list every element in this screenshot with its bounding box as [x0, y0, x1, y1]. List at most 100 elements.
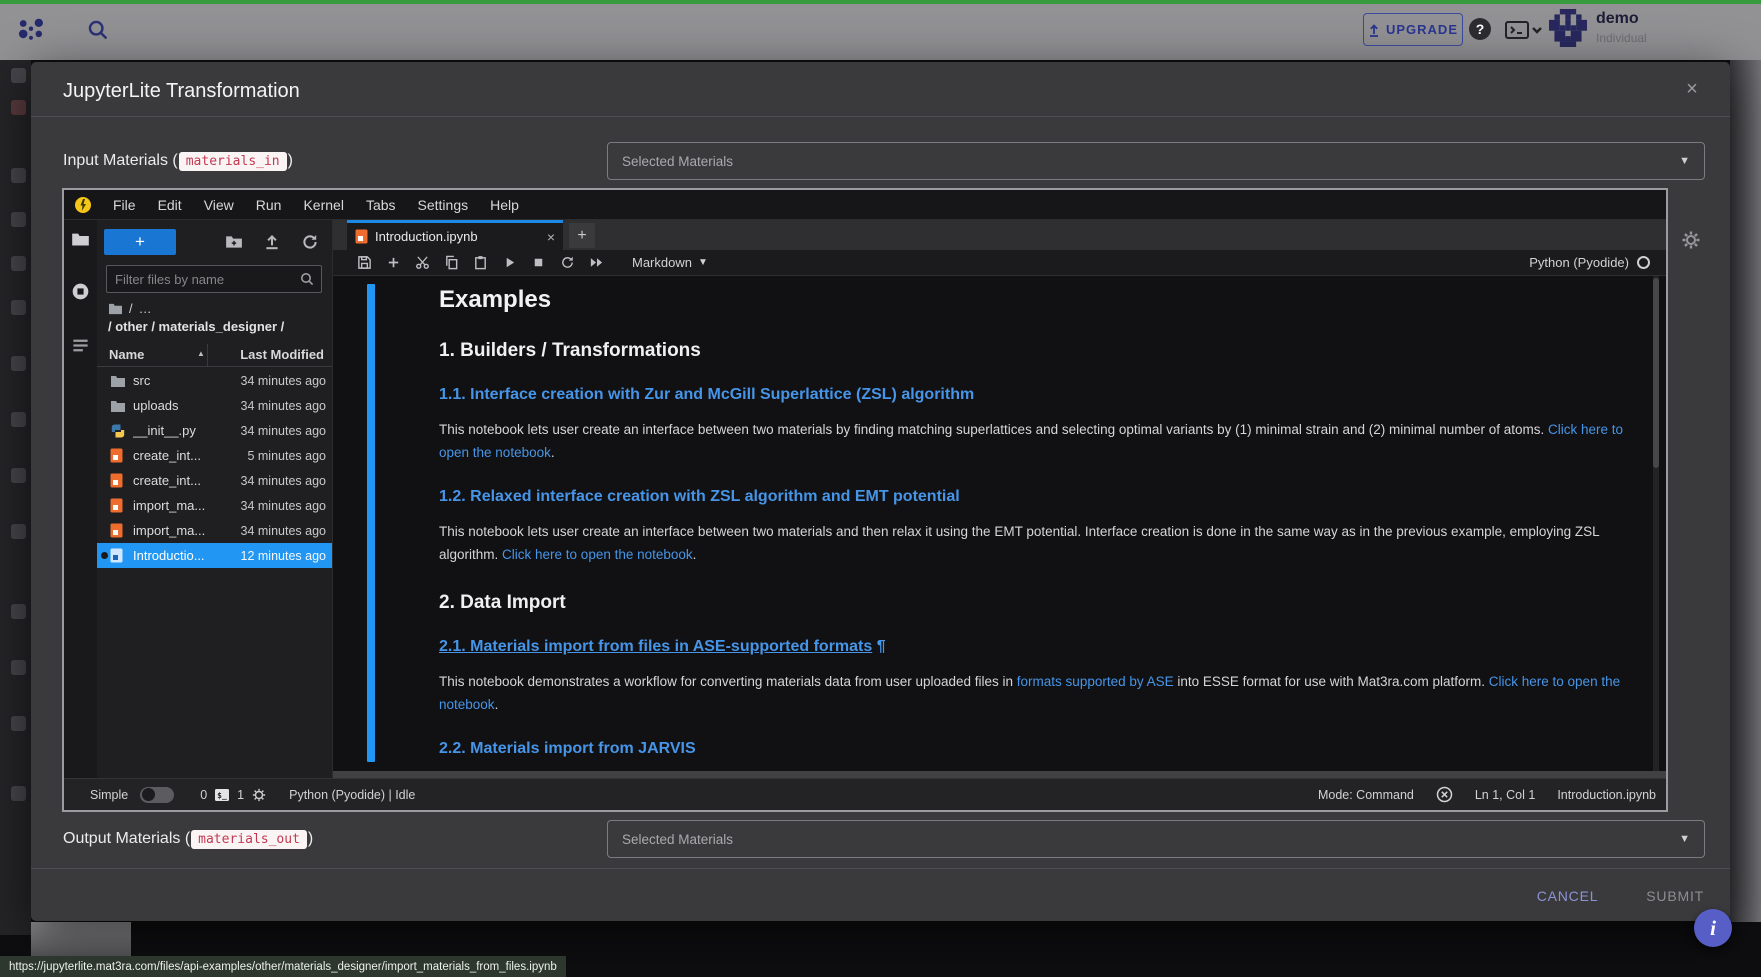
input-materials-select[interactable]: Selected Materials ▼ [607, 142, 1705, 180]
running-sessions-icon[interactable] [71, 282, 90, 301]
app-sidebar-strip [0, 60, 31, 935]
jupyterlite-logo-icon [74, 196, 92, 214]
file-row[interactable]: src 34 minutes ago [97, 368, 332, 393]
cut-icon[interactable] [415, 255, 430, 270]
kernel-sessions-icon[interactable] [251, 788, 267, 802]
breadcrumb[interactable]: / … [108, 300, 152, 316]
paste-icon[interactable] [473, 255, 488, 270]
file-row[interactable]: uploads 34 minutes ago [97, 393, 332, 418]
mat3ra-logo-icon[interactable] [18, 17, 44, 43]
header-divider [97, 366, 332, 367]
notebook-cell-h3: 2.2. Materials import from JARVIS [439, 740, 1639, 758]
menu-item[interactable]: Help [479, 197, 530, 213]
tab-title: Introduction.ipynb [375, 229, 540, 244]
notebook-link[interactable]: 1.2. Relaxed interface creation with ZSL… [439, 488, 960, 505]
restart-icon[interactable] [560, 255, 575, 270]
simple-mode-toggle[interactable] [140, 787, 174, 803]
upgrade-button[interactable]: UPGRADE [1363, 13, 1463, 46]
close-icon[interactable]: × [1679, 76, 1705, 102]
notebook-link[interactable]: 1.1. Interface creation with Zur and McG… [439, 386, 974, 403]
run-icon[interactable] [502, 255, 517, 270]
terminal-menu-icon[interactable] [1504, 18, 1544, 42]
cursor-position[interactable]: Ln 1, Col 1 [1475, 788, 1535, 802]
input-select-label: Selected Materials [622, 154, 733, 169]
menu-item[interactable]: View [193, 197, 245, 213]
notebook-cell-p: This notebook demonstrates a workflow fo… [439, 670, 1639, 716]
file-type-icon [110, 398, 126, 414]
tab-close-icon[interactable]: × [547, 229, 555, 245]
kernel-indicator[interactable]: Python (Pyodide) [1529, 255, 1666, 270]
submit-button[interactable]: SUBMIT [1646, 888, 1704, 904]
nb-toolbar-icons [357, 255, 618, 270]
file-row[interactable]: import_ma... 34 minutes ago [97, 518, 332, 543]
refresh-icon[interactable] [301, 233, 319, 251]
terminals-count: 0 [200, 788, 207, 802]
cancel-button[interactable]: CANCEL [1537, 888, 1599, 904]
menu-item[interactable]: Settings [407, 197, 480, 213]
menu-item[interactable]: Edit [147, 197, 193, 213]
menu-item[interactable]: Tabs [355, 197, 407, 213]
column-last-modified[interactable]: Last Modified [240, 347, 324, 362]
notebook-cell-p: This notebook lets user create an interf… [439, 418, 1639, 464]
breadcrumb-root[interactable]: / [129, 301, 133, 316]
help-icon[interactable]: ? [1468, 17, 1492, 41]
breadcrumb-ellipsis[interactable]: … [139, 301, 152, 316]
copy-icon[interactable] [444, 255, 459, 270]
kernels-count: 1 [237, 788, 244, 802]
cell-type-dropdown[interactable]: Markdown ▼ [632, 255, 708, 270]
paren-close: ) [308, 830, 313, 848]
file-row[interactable]: __init__.py 34 minutes ago [97, 418, 332, 443]
file-row[interactable]: Introductio... 12 minutes ago [97, 543, 332, 568]
notebook-link[interactable]: formats supported by ASE [1017, 674, 1174, 689]
file-name: create_int... [133, 448, 247, 463]
column-name[interactable]: Name [109, 347, 144, 362]
jupyterlite-frame: File Edit View Run Kernel Tabs Settings … [62, 188, 1668, 812]
menu-item[interactable]: Kernel [292, 197, 354, 213]
scrollbar-thumb[interactable] [1653, 278, 1659, 468]
output-materials-select[interactable]: Selected Materials ▼ [607, 820, 1705, 858]
file-browser-tab-icon[interactable] [71, 230, 90, 249]
save-icon[interactable] [357, 255, 372, 270]
app-sidebar-icon [11, 604, 26, 619]
file-modified: 34 minutes ago [241, 399, 326, 413]
stop-icon[interactable] [531, 255, 546, 270]
info-button[interactable]: i [1694, 909, 1732, 947]
file-type-icon [110, 473, 126, 489]
notebook-link[interactable]: 2.2. Materials import from JARVIS [439, 740, 696, 757]
horizontal-scrollbar[interactable] [333, 771, 1666, 778]
new-tab-button[interactable]: + [569, 223, 595, 248]
sort-asc-icon[interactable]: ▲ [197, 349, 205, 358]
notebook-cell-h1: Examples [439, 286, 1639, 314]
app-sidebar-icon [11, 660, 26, 675]
menu-item[interactable]: Run [245, 197, 293, 213]
active-cell-indicator[interactable] [367, 284, 375, 762]
tab-introduction-ipynb[interactable]: Introduction.ipynb × [347, 220, 563, 250]
kernel-status[interactable]: Python (Pyodide) | Idle [289, 788, 415, 802]
file-row[interactable]: create_int... 34 minutes ago [97, 468, 332, 493]
file-row[interactable]: create_int... 5 minutes ago [97, 443, 332, 468]
search-icon[interactable] [86, 18, 110, 42]
notebook-link[interactable]: Click here to open the notebook [502, 547, 693, 562]
notebook-link[interactable]: ¶ [872, 638, 885, 655]
upload-icon[interactable] [263, 233, 281, 251]
table-of-contents-icon[interactable] [71, 336, 90, 355]
filter-files-input[interactable] [107, 271, 299, 288]
run-all-icon[interactable] [589, 255, 604, 270]
vertical-scrollbar[interactable] [1653, 276, 1659, 771]
settings-gear-icon[interactable] [1681, 230, 1701, 250]
avatar[interactable] [1549, 9, 1587, 47]
notebook-link[interactable]: 2.1. Materials import from files in ASE-… [439, 638, 872, 655]
notifications-muted-icon[interactable] [1436, 786, 1453, 803]
user-name[interactable]: demo [1596, 10, 1639, 28]
add-cell-icon[interactable] [386, 255, 401, 270]
breadcrumb-path[interactable]: / other / materials_designer / [108, 319, 284, 334]
new-folder-icon[interactable] [225, 233, 243, 251]
menu-item[interactable]: File [102, 197, 147, 213]
new-launcher-button[interactable]: + [104, 229, 176, 255]
file-name: import_ma... [133, 498, 241, 513]
statusbar-filename[interactable]: Introduction.ipynb [1557, 788, 1656, 802]
editor-mode[interactable]: Mode: Command [1318, 788, 1414, 802]
file-row[interactable]: import_ma... 34 minutes ago [97, 493, 332, 518]
terminal-count-icon[interactable]: $_ [214, 788, 230, 802]
output-code-pill: materials_out [191, 830, 307, 849]
